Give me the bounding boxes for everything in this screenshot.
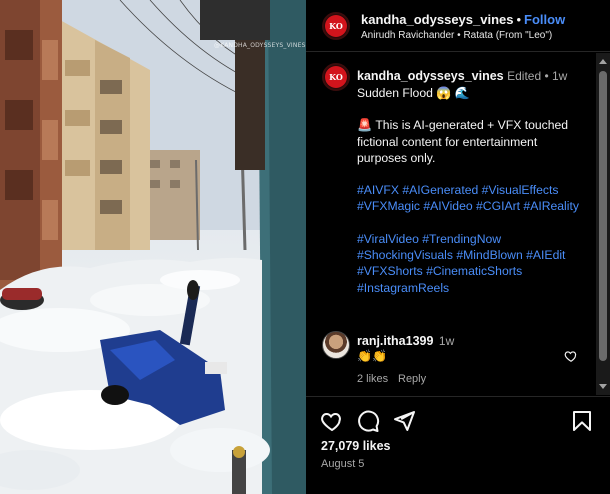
likes-count[interactable]: 27,079 likes [321, 439, 391, 453]
comment-time: 1w [438, 334, 455, 348]
scroll-up-arrow-icon[interactable] [599, 59, 607, 64]
caption-text: Sudden Flood 😱 🌊 🚨 This is AI-generated … [357, 85, 582, 312]
post-date: August 5 [321, 458, 365, 470]
heart-icon[interactable] [320, 409, 344, 433]
caption-avatar-logo: KO [329, 72, 343, 82]
comments-scrollbar[interactable] [596, 53, 610, 395]
caption-author-avatar[interactable]: KO [322, 63, 350, 91]
author-avatar[interactable]: KO [322, 12, 350, 40]
comment-text: 👏👏 [357, 349, 387, 363]
comment-like-heart-icon[interactable] [564, 349, 578, 363]
comment-icon[interactable] [356, 409, 380, 433]
scrollbar-thumb[interactable] [599, 71, 607, 361]
caption-hashtags-group-2[interactable]: #ViralVideo #TrendingNow #ShockingVisual… [357, 231, 582, 296]
comment-reply-button[interactable]: Reply [398, 373, 426, 385]
post-actions: 27,079 likes August 5 [306, 396, 610, 494]
caption-meta: Edited • 1w [507, 69, 568, 83]
video-watermark: @KANDHA_ODYSSEYS_VINES [214, 42, 306, 49]
header-user-line: kandha_odysseys_vines • Follow [361, 12, 565, 27]
paper-plane-icon[interactable] [392, 409, 416, 433]
author-username-link[interactable]: kandha_odysseys_vines [361, 12, 513, 27]
author-avatar-logo: KO [329, 21, 343, 31]
comments-scroll-area[interactable]: KO kandha_odysseys_vines Edited • 1w Sud… [306, 53, 610, 395]
comment-likes-count[interactable]: 2 likes [357, 373, 388, 385]
bookmark-icon[interactable] [570, 409, 594, 433]
flood-scene-image [0, 0, 306, 494]
caption-hashtags-group-1[interactable]: #AIVFX #AIGenerated #VisualEffects #VFXM… [357, 182, 582, 215]
audio-track-link[interactable]: Anirudh Ravichander • Ratata (From "Leo"… [361, 30, 552, 41]
header-separator: • [516, 12, 522, 27]
scroll-down-arrow-icon[interactable] [599, 384, 607, 389]
caption-header: kandha_odysseys_vines Edited • 1w [357, 69, 567, 83]
post-details-panel: KO kandha_odysseys_vines • Follow Anirudh … [306, 0, 610, 494]
caption-title: Sudden Flood 😱 🌊 [357, 86, 471, 100]
follow-button[interactable]: Follow [524, 12, 565, 27]
commenter-username-link[interactable]: ranj.itha1399 [357, 334, 433, 348]
caption-username-link[interactable]: kandha_odysseys_vines [357, 69, 504, 83]
post-header: KO kandha_odysseys_vines • Follow Anirudh … [306, 0, 610, 52]
commenter-avatar[interactable] [322, 331, 350, 359]
caption-disclaimer: 🚨 This is AI-generated + VFX touched fic… [357, 118, 569, 165]
comment-header: ranj.itha1399 1w [357, 334, 454, 348]
reel-video[interactable]: @KANDHA_ODYSSEYS_VINES [0, 0, 306, 494]
